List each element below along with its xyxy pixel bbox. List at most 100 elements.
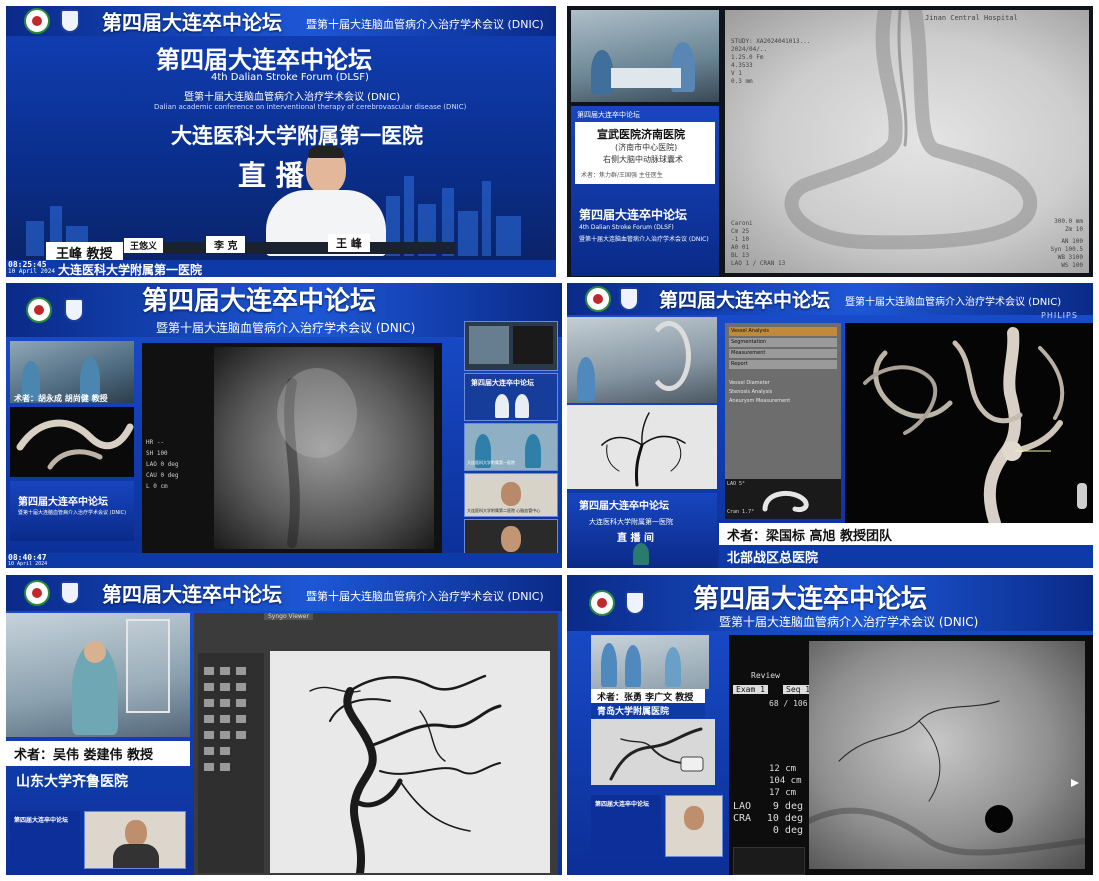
menu-tab[interactable]: Measurement <box>729 349 837 358</box>
video-panel-6[interactable]: 第四届大连卒中论坛 暨第十届大连脑血管病介入治疗学术会议 (DNIC) 术者：张… <box>567 575 1093 875</box>
case-card: 第四届大连卒中论坛 宣武医院济南医院 (济南市中心医院) 右侧大脑中动脉球囊术 … <box>571 106 719 276</box>
mini-forum-title: 第四届大连卒中论坛 <box>595 801 650 808</box>
vessel-render <box>16 419 134 470</box>
nameplate-3: 王悠义 <box>124 238 164 253</box>
body-orientation-icon <box>1077 483 1087 509</box>
hospital-caption: 青岛大学附属医院 <box>591 703 705 718</box>
case-card-box: 宣武医院济南医院 (济南市中心医院) 右侧大脑中动脉球囊术 术者：焦力群/王国强… <box>575 122 715 184</box>
forum-title: 第四届大连卒中论坛 <box>142 286 377 317</box>
video-panel-2[interactable]: 第四届大连卒中论坛 宣武医院济南医院 (济南市中心医院) 右侧大脑中动脉球囊术 … <box>567 6 1093 277</box>
measurement-row[interactable]: Vessel Diameter <box>729 379 837 388</box>
cm-readouts: 12 cm 104 cm 17 cm <box>769 763 802 799</box>
thumb-poster[interactable]: 第四届大连卒中论坛 <box>464 373 558 421</box>
video-panel-5[interactable]: 第四届大连卒中论坛 暨第十届大连脑血管病介入治疗学术会议 (DNIC) 术者：吴… <box>6 575 562 875</box>
surgeons-caption: 术者：胡永成 胡尚健 教授 <box>14 394 108 403</box>
workstation-panel: Vessel Analysis Segmentation Measurement… <box>725 323 841 503</box>
dsa-image <box>270 651 550 875</box>
right-info: 300.0 mm Zm 10 <box>1054 218 1083 234</box>
measurement-row[interactable]: Aneurysm Measurement <box>729 397 837 406</box>
bottom-right-line: AN 100 <box>1061 238 1083 245</box>
right-line: Zm 10 <box>1064 226 1083 233</box>
forum-subtitle: 暨第十届大连脑血管病介入治疗学术会议 (DNIC) <box>845 297 1062 308</box>
nameplate: 王 峰 <box>328 234 370 252</box>
surgeons-caption: 术者：张勇 李广文 教授 <box>591 689 705 704</box>
card-title: 宣武医院济南医院 <box>597 128 685 141</box>
bottom-line: Cm 25 <box>731 228 750 235</box>
forum-subtitle: 暨第十届大连脑血管病介入治疗学术会议 (DNIC) <box>306 18 544 31</box>
menu-tab[interactable]: Report <box>729 360 837 369</box>
dsa-thumb <box>591 719 715 785</box>
cm-readout: 12 cm <box>769 764 797 774</box>
shield-logo <box>60 581 80 605</box>
bottom-right-line: Syn 100.5 <box>1050 246 1083 253</box>
mini-forum-title: 第四届大连卒中论坛 <box>14 817 69 824</box>
thumb-speaker[interactable]: 大连医科大学附属第二医院 心脑血管中心 <box>464 473 558 517</box>
readout: SH 100 <box>146 450 168 457</box>
thumb-speaker[interactable] <box>665 795 723 857</box>
card-forum-sub: 暨第十届大连脑血管病介入治疗学术会议 (DNIC) <box>579 236 709 243</box>
forum-title: 第四届大连卒中论坛 <box>102 10 282 35</box>
frame-counter: 68 / 106 <box>769 699 808 708</box>
dsa-vessels <box>309 674 502 875</box>
study-line: V 1 <box>731 70 742 77</box>
xray-overlay <box>806 700 1088 856</box>
poster-subtitle-en: Dalian academic conference on interventi… <box>154 103 467 111</box>
surgeons-caption: 术者：梁国标 高旭 教授团队 <box>719 523 1093 546</box>
hospital-caption: 北部战区总医院 <box>719 545 1093 568</box>
date: 10 April 2024 <box>8 268 55 275</box>
3d-render-screen <box>845 323 1093 529</box>
desk <box>156 242 456 254</box>
mini-forum-sub: 暨第十届大连脑血管病介入治疗学术会议 (DNIC) <box>18 510 127 516</box>
viewer-tab[interactable]: Syngo Viewer <box>264 613 313 620</box>
mini-live: 直 播 间 <box>617 533 654 544</box>
bottom-line: BL 13 <box>731 252 750 259</box>
thumb-or[interactable] <box>464 321 558 371</box>
readout: CAU 0 deg <box>146 472 179 479</box>
mini-forum-card: 第四届大连卒中论坛 <box>10 811 80 867</box>
mini-forum-title: 第四届大连卒中论坛 <box>18 497 108 508</box>
forum-title: 第四届大连卒中论坛 <box>659 289 831 312</box>
shield-logo <box>619 287 639 311</box>
menu-tab[interactable]: Vessel Analysis <box>729 327 837 336</box>
mini-hospital: 大连医科大学附属第一医院 <box>589 518 673 526</box>
catheter-preview: LAO 5° Cran 1.7° <box>725 479 841 519</box>
lao-label: LAO <box>733 801 752 812</box>
dsa-vessels <box>601 412 686 487</box>
readout: HR -- <box>146 439 165 446</box>
thumb-speaker[interactable] <box>84 811 186 869</box>
video-panel-1[interactable]: 第四届大连卒中论坛 暨第十届大连脑血管病介入治疗学术会议 (DNIC) 第四届大… <box>6 6 556 277</box>
catheter-shape <box>762 491 809 512</box>
xray-overlay <box>277 368 357 548</box>
cra-label: CRA <box>733 813 752 824</box>
bottom-line: -1 10 <box>731 236 750 243</box>
measurement-row[interactable]: Stenosis Analysis <box>729 388 837 397</box>
video-panel-3[interactable]: 第四届大连卒中论坛 暨第十届大连脑血管病介入治疗学术会议 (DNIC) 术者：胡… <box>6 283 562 568</box>
philips-brand: PHILIPS <box>1041 311 1078 320</box>
mini-live-card: 第四届大连卒中论坛 大连医科大学附属第一医院 直 播 间 <box>567 493 717 568</box>
thumb-doctors[interactable]: 大连医科大学附属第一医院 <box>464 423 558 471</box>
bottom-right-line: WS 100 <box>1061 262 1083 269</box>
thumb-doctors-caption: 大连医科大学附属第一医院 <box>467 460 515 465</box>
or-camera <box>591 635 709 689</box>
or-camera <box>567 317 717 403</box>
card-author: 术者：焦力群/王国强 主任医生 <box>581 172 663 179</box>
bottom-info: Caroni Cm 25 -1 10 A0 01 BL 13 LAO 1 / C… <box>731 220 785 268</box>
forum-title: 第四届大连卒中论坛 <box>102 582 282 607</box>
ticker-text: 大连医科大学附属第一医院 <box>58 263 203 277</box>
menu-tab[interactable]: Segmentation <box>729 338 837 347</box>
lao-value: 9 deg <box>772 801 803 812</box>
bottom-ticker: 08:40:47 10 April 2024 <box>6 553 562 568</box>
dsa-vessels <box>609 727 704 781</box>
shield-logo <box>60 9 80 33</box>
3d-vessel-thumb <box>10 407 134 477</box>
or-camera <box>571 10 719 102</box>
video-panel-4[interactable]: 第四届大连卒中论坛 暨第十届大连脑血管病介入治疗学术会议 (DNIC) PHIL… <box>567 283 1093 568</box>
fluoro-screen: HR -- SH 100 LAO 0 deg CAU 0 deg L 0 cm <box>142 343 442 553</box>
speaker-figure <box>256 146 396 256</box>
angle-readouts: LAO 9 deg CRA 10 deg 0 deg <box>733 801 803 837</box>
dsa-thumb <box>567 405 717 489</box>
hospital-caption: 山东大学齐鲁医院 <box>6 768 194 794</box>
surgeons-caption: 术者：吴伟 娄建伟 教授 <box>6 741 190 766</box>
mini-forum-card: 第四届大连卒中论坛 <box>591 795 661 855</box>
readout: LAO 0 deg <box>146 461 179 468</box>
